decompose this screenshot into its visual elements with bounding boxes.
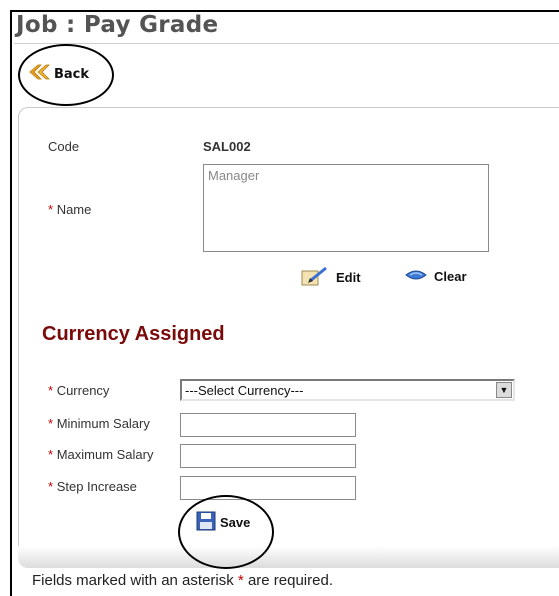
code-value: SAL002	[203, 139, 251, 154]
code-label: Code	[48, 139, 80, 154]
required-asterisk: *	[48, 383, 54, 398]
dropdown-arrow-icon[interactable]: ▼	[496, 382, 512, 398]
title-divider	[14, 43, 559, 44]
step-increase-label-text: Step Increase	[56, 479, 137, 494]
required-asterisk: *	[48, 202, 54, 217]
edit-button[interactable]: Edit	[300, 265, 361, 290]
currency-label: * Currency	[48, 383, 109, 398]
currency-select[interactable]: ---Select Currency--- ▼	[180, 379, 515, 401]
max-salary-label: * Maximum Salary	[48, 447, 153, 462]
annotation-circle-save	[178, 495, 274, 569]
clear-button[interactable]: Clear	[404, 265, 467, 288]
max-salary-input[interactable]	[180, 444, 356, 468]
min-salary-label-text: Minimum Salary	[56, 416, 150, 431]
min-salary-label: * Minimum Salary	[48, 416, 150, 431]
step-increase-input[interactable]	[180, 476, 356, 500]
annotation-circle-back	[18, 44, 114, 106]
required-note-text-start: Fields marked with an asterisk	[32, 572, 234, 589]
currency-section-title: Currency Assigned	[42, 323, 225, 345]
edit-button-label: Edit	[336, 270, 361, 285]
name-label: * Name	[48, 202, 91, 217]
required-asterisk: *	[48, 479, 54, 494]
name-label-text: Name	[56, 202, 92, 217]
step-increase-label: * Step Increase	[48, 479, 137, 494]
required-fields-note: Fields marked with an asterisk * are req…	[32, 572, 333, 589]
name-textarea[interactable]: Manager	[203, 164, 489, 252]
currency-label-text: Currency	[56, 383, 110, 398]
required-asterisk: *	[237, 572, 244, 589]
required-asterisk: *	[48, 416, 54, 431]
min-salary-input[interactable]	[180, 413, 356, 437]
currency-select-value: ---Select Currency---	[185, 383, 304, 398]
panel-footer-bar	[18, 546, 559, 568]
page-title: Job : Pay Grade	[16, 12, 219, 38]
clear-button-label: Clear	[434, 269, 467, 284]
eraser-icon	[404, 265, 428, 288]
max-salary-label-text: Maximum Salary	[56, 447, 154, 462]
required-note-text-end: are required.	[247, 572, 333, 589]
edit-pencil-icon	[300, 265, 330, 290]
required-asterisk: *	[48, 447, 54, 462]
